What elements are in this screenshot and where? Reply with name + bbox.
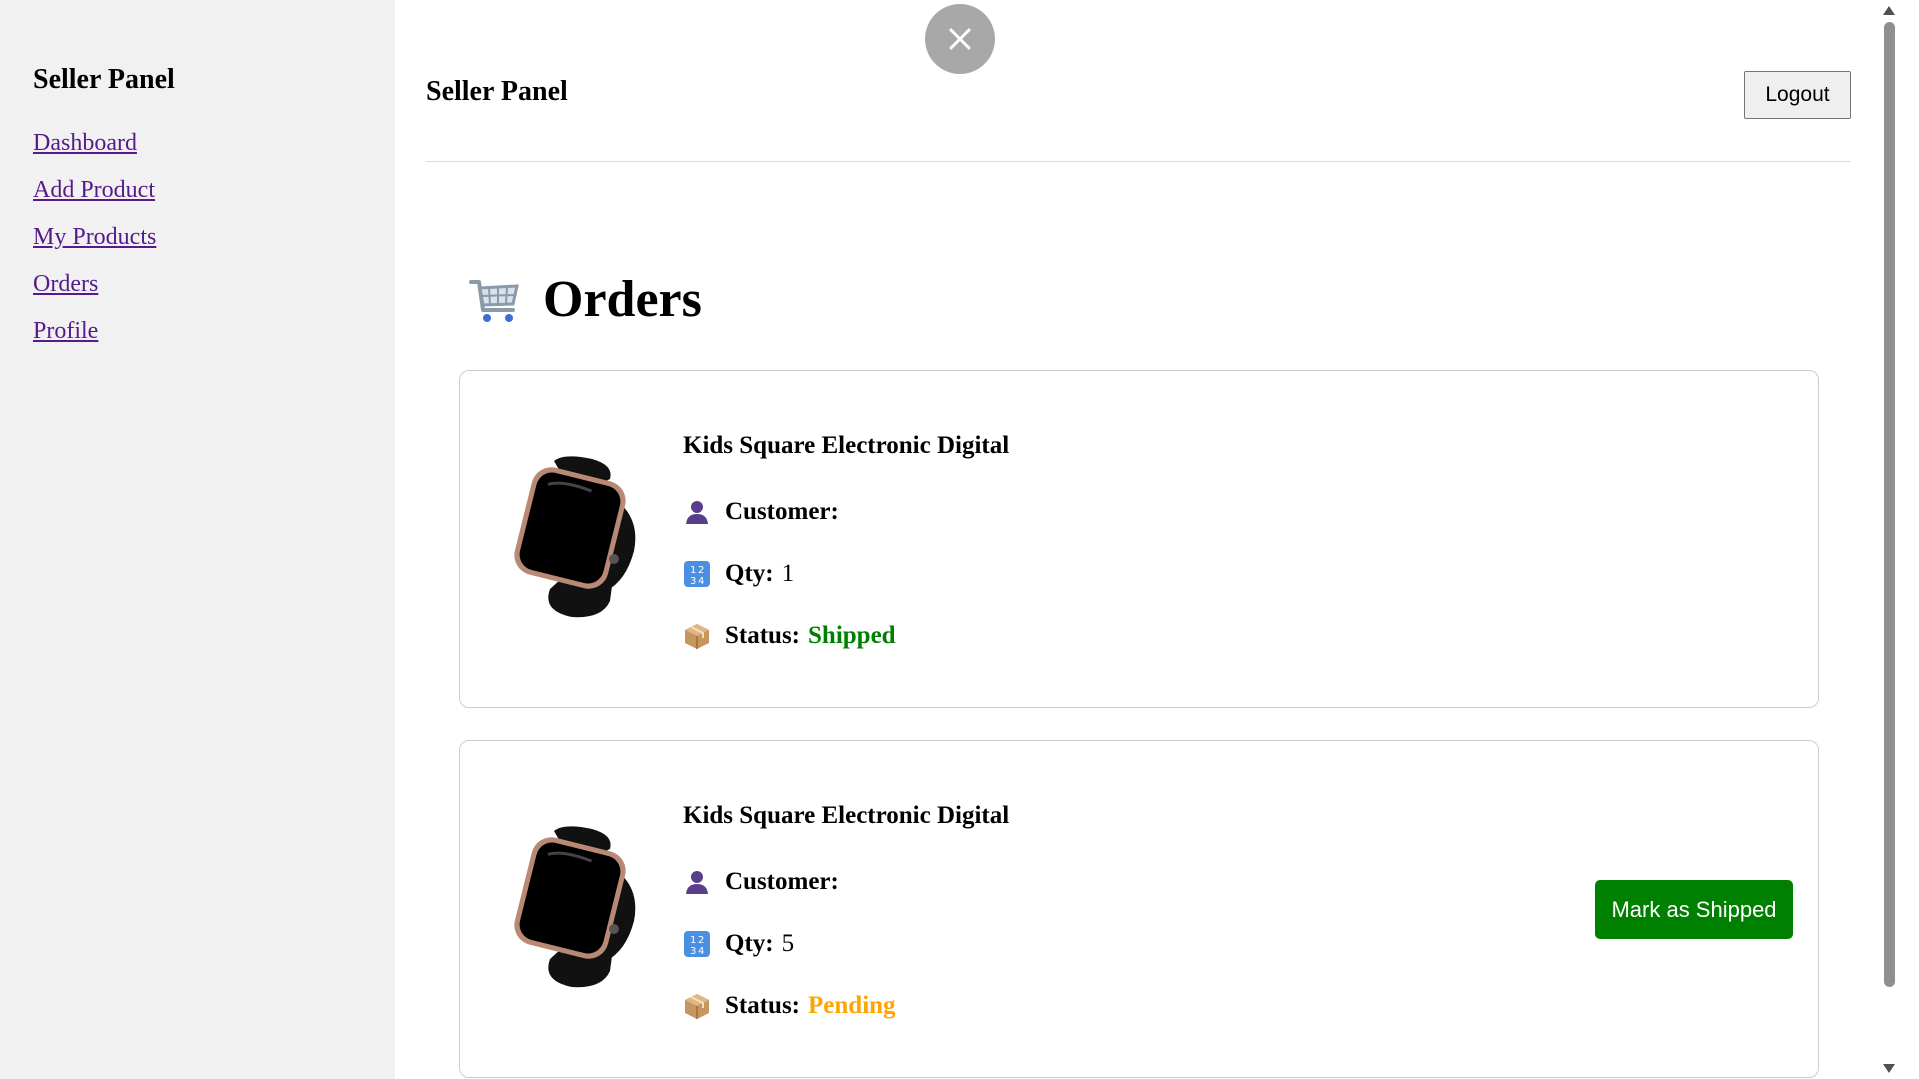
logout-button[interactable]: Logout [1744, 71, 1851, 119]
customer-row: Customer: [683, 497, 1009, 527]
person-icon [686, 501, 708, 524]
status-label: Status: [725, 992, 801, 1019]
close-icon [949, 28, 971, 50]
status-row: Status: Shipped [683, 621, 1009, 651]
sidebar-link-my-products[interactable]: My Products [33, 223, 395, 251]
sidebar: Seller Panel Dashboard Add Product My Pr… [0, 0, 395, 1079]
svg-text:1: 1 [690, 935, 696, 946]
svg-text:2: 2 [698, 565, 704, 576]
sidebar-link-add-product[interactable]: Add Product [33, 176, 395, 204]
svg-text:4: 4 [698, 946, 704, 957]
close-button[interactable] [925, 4, 995, 74]
scroll-up-arrow-icon[interactable] [1883, 6, 1895, 15]
qty-value: 5 [781, 930, 795, 957]
svg-text:3: 3 [690, 576, 696, 587]
scrollbar[interactable] [1879, 0, 1899, 1079]
order-card: Kids Square Electronic Digital Customer:… [459, 740, 1819, 1078]
shopping-cart-icon [469, 279, 519, 322]
person-icon [686, 871, 708, 894]
customer-row: Customer: [683, 867, 1009, 897]
header-title: Seller Panel [426, 76, 568, 107]
sidebar-link-dashboard[interactable]: Dashboard [33, 129, 395, 157]
page-heading: Orders [467, 270, 702, 329]
order-info: Kids Square Electronic Digital Customer:… [683, 801, 1009, 1053]
status-badge: Pending [808, 992, 896, 1019]
page-title: Orders [543, 271, 702, 328]
svg-text:2: 2 [698, 935, 704, 946]
sidebar-link-profile[interactable]: Profile [33, 317, 395, 345]
scroll-thumb[interactable] [1884, 22, 1895, 987]
qty-label: Qty: [725, 930, 774, 957]
product-image [514, 826, 636, 988]
sidebar-link-orders[interactable]: Orders [33, 270, 395, 298]
sidebar-title: Seller Panel [33, 64, 175, 95]
qty-row: 1 2 3 4 Qty: 1 [683, 559, 1009, 589]
svg-text:3: 3 [690, 946, 696, 957]
mark-as-shipped-button[interactable]: Mark as Shipped [1595, 880, 1793, 939]
qty-label: Qty: [725, 560, 774, 587]
order-info: Kids Square Electronic Digital Customer:… [683, 431, 1009, 683]
status-row: Status: Pending [683, 991, 1009, 1021]
qty-value: 1 [781, 560, 795, 587]
product-name: Kids Square Electronic Digital [683, 802, 1010, 829]
status-badge: Shipped [808, 622, 896, 649]
package-icon [685, 994, 709, 1019]
product-name: Kids Square Electronic Digital [683, 432, 1010, 459]
qty-row: 1 2 3 4 Qty: 5 [683, 929, 1009, 959]
svg-text:4: 4 [698, 576, 704, 587]
product-image [514, 456, 636, 618]
customer-label: Customer: [725, 498, 839, 525]
customer-label: Customer: [725, 868, 839, 895]
numbers-icon: 1 2 3 4 [684, 931, 710, 957]
main-content: Seller Panel Logout Orders Kids Square E… [395, 0, 1899, 1079]
status-label: Status: [725, 622, 801, 649]
numbers-icon: 1 2 3 4 [684, 561, 710, 587]
order-card: Kids Square Electronic Digital Customer:… [459, 370, 1819, 708]
svg-text:1: 1 [690, 565, 696, 576]
scroll-down-arrow-icon[interactable] [1883, 1064, 1895, 1073]
package-icon [685, 624, 709, 649]
top-bar: Seller Panel Logout [426, 70, 1851, 162]
